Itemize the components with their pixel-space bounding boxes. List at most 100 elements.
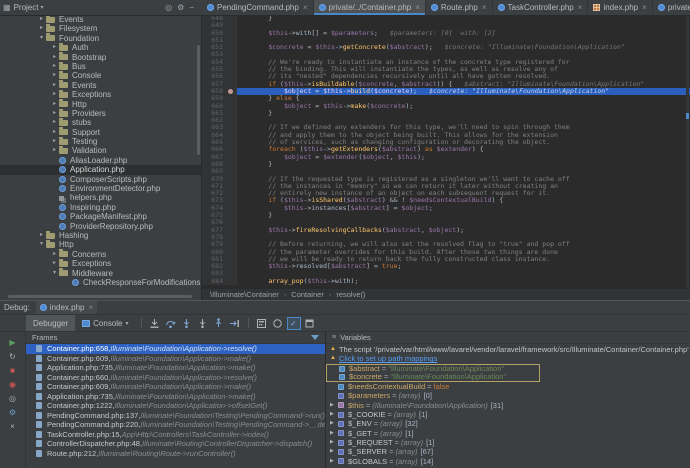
- code-line-661[interactable]: 661 }: [202, 110, 690, 117]
- tree-item-application-php[interactable]: Application.php: [0, 165, 201, 174]
- frame-row-pendingcommand-php-220[interactable]: PendingCommand.php:220, Illuminate\Found…: [26, 420, 325, 430]
- stop-icon[interactable]: ■: [10, 366, 15, 375]
- code-line-668[interactable]: 668 }: [202, 161, 690, 168]
- chevron-right-icon[interactable]: ▸: [50, 62, 59, 71]
- tree-item-checkresponseformodifications-ph[interactable]: CheckResponseForModifications.ph: [0, 278, 201, 287]
- line-number[interactable]: 684: [202, 278, 226, 285]
- hide-panel-icon[interactable]: −: [189, 3, 194, 12]
- tab-close-icon[interactable]: ×: [303, 3, 308, 12]
- code-line-682[interactable]: 682 $this->resolved[$abstract] = true;: [202, 263, 690, 270]
- tree-item-helpers-php[interactable]: helpers.php: [0, 193, 201, 202]
- filter-icon[interactable]: [311, 335, 319, 340]
- step-out-icon[interactable]: [212, 317, 226, 330]
- chevron-right-icon[interactable]: ▸: [50, 250, 59, 259]
- chevron-down-icon[interactable]: ▾: [37, 240, 46, 249]
- chevron-right-icon[interactable]: ▸: [50, 259, 59, 268]
- editor-tab-private-application-php[interactable]: private/../Application.php×: [653, 0, 690, 15]
- evaluate-expression-icon[interactable]: [255, 317, 269, 330]
- step-over-icon[interactable]: [164, 317, 178, 330]
- expand-arrow-icon[interactable]: ▶: [330, 438, 338, 447]
- view-breakpoints-icon[interactable]: ◉: [9, 380, 16, 389]
- show-execution-point-icon[interactable]: [148, 317, 162, 330]
- chevron-right-icon[interactable]: ▸: [50, 53, 59, 62]
- code-line-667[interactable]: 667 $object = $extender($object, $this);: [202, 154, 690, 161]
- settings-icon[interactable]: ⚙: [177, 3, 184, 12]
- tree-item-validation[interactable]: ▸Validation: [0, 146, 201, 155]
- tab-close-icon[interactable]: ×: [642, 3, 647, 12]
- variable-row-env[interactable]: ▶$_ENV=(array)[32]: [326, 419, 690, 428]
- code-editor[interactable]: 648 }649650 $this->with[] = $parameters;…: [202, 15, 690, 288]
- debug-session-tab[interactable]: index.php ×: [36, 301, 97, 314]
- step-into-icon[interactable]: [180, 317, 194, 330]
- variable-row-parameters[interactable]: $parameters=(array)[0]: [326, 391, 690, 400]
- tree-item-concerns[interactable]: ▸Concerns: [0, 250, 201, 259]
- code-line-650[interactable]: 650 $this->with[] = $parameters;$paramet…: [202, 30, 690, 37]
- editor-tab-private-container-php[interactable]: private/../Container.php×: [314, 0, 426, 15]
- tree-item-stubs[interactable]: ▸stubs: [0, 118, 201, 127]
- expand-arrow-icon[interactable]: ▶: [330, 410, 338, 419]
- tree-item-bus[interactable]: ▸Bus: [0, 62, 201, 71]
- code-line-677[interactable]: 677 $this->fireResolvingCallbacks($abstr…: [202, 227, 690, 234]
- tree-item-events[interactable]: ▸Events: [0, 15, 201, 24]
- chevron-right-icon[interactable]: ▸: [50, 128, 59, 137]
- breakpoint-icon[interactable]: [228, 89, 233, 94]
- run-to-cursor-icon[interactable]: [228, 317, 242, 330]
- chevron-right-icon[interactable]: ▸: [50, 109, 59, 118]
- code-line-648[interactable]: 648 }: [202, 15, 690, 22]
- tree-item-exceptions[interactable]: ▸Exceptions: [0, 90, 201, 99]
- editor-tab-index-php[interactable]: index.php×: [588, 0, 652, 15]
- variable-row-server[interactable]: ▶$_SERVER=(array)[67]: [326, 447, 690, 456]
- tree-item-inspiring-php[interactable]: Inspiring.php: [0, 203, 201, 212]
- tab-close-icon[interactable]: ×: [89, 303, 94, 312]
- variable-row-needscontextualbuild[interactable]: $needsContextualBuild=false: [326, 382, 690, 391]
- editor-tab-route-php[interactable]: Route.php×: [426, 0, 493, 15]
- chevron-right-icon[interactable]: ▸: [50, 118, 59, 127]
- chevron-right-icon[interactable]: ▸: [50, 43, 59, 52]
- frame-row-taskcontroller-php-15[interactable]: TaskController.php:15, App\Http\Controll…: [26, 430, 325, 440]
- tree-item-aliasloader-php[interactable]: AliasLoader.php: [0, 156, 201, 165]
- chevron-down-icon[interactable]: ▾: [37, 34, 46, 43]
- rerun-icon[interactable]: ↻: [9, 352, 16, 361]
- tree-item-auth[interactable]: ▸Auth: [0, 43, 201, 52]
- expand-arrow-icon[interactable]: ▶: [330, 429, 338, 438]
- tree-item-console[interactable]: ▸Console: [0, 71, 201, 80]
- frame-row-container-php-658[interactable]: Container.php:658, Illuminate\Foundation…: [26, 344, 325, 354]
- breadcrumb-method[interactable]: resolve(): [336, 290, 365, 299]
- force-step-into-icon[interactable]: [196, 317, 210, 330]
- chevron-right-icon[interactable]: ▸: [50, 137, 59, 146]
- code-line-660[interactable]: 660 $object = $this->make($concrete);: [202, 103, 690, 110]
- frame-row-application-php-735[interactable]: Application.php:735, Illuminate\Foundati…: [26, 392, 325, 402]
- tree-item-testing[interactable]: ▸Testing: [0, 137, 201, 146]
- tree-item-support[interactable]: ▸Support: [0, 128, 201, 137]
- tree-item-bootstrap[interactable]: ▸Bootstrap: [0, 53, 201, 62]
- expand-arrow-icon[interactable]: ▶: [330, 401, 338, 410]
- expand-arrow-icon[interactable]: ▶: [330, 419, 338, 428]
- tree-item-http[interactable]: ▾Http: [0, 240, 201, 249]
- show-values-inline-toggle-icon[interactable]: ✓: [287, 317, 301, 330]
- breakpoint-gutter[interactable]: [226, 88, 237, 95]
- frame-row-container-php-609[interactable]: Container.php:609, Illuminate\Foundation…: [26, 382, 325, 392]
- chevron-down-icon[interactable]: ▾: [126, 320, 129, 327]
- chevron-right-icon[interactable]: ▸: [50, 81, 59, 90]
- tree-item-http[interactable]: ▸Http: [0, 100, 201, 109]
- variable-row-get[interactable]: ▶$_GET=(array)[1]: [326, 429, 690, 438]
- debug-tab-debugger[interactable]: Debugger: [26, 315, 75, 331]
- editor-scrollbar[interactable]: [686, 15, 689, 288]
- tree-item-providers[interactable]: ▸Providers: [0, 109, 201, 118]
- frame-row-application-php-735[interactable]: Application.php:735, Illuminate\Foundati…: [26, 363, 325, 373]
- tree-item-hashing[interactable]: ▸Hashing: [0, 231, 201, 240]
- expand-arrow-icon[interactable]: ▶: [330, 457, 338, 466]
- code-line-684[interactable]: 684 array_pop($this->with);: [202, 278, 690, 285]
- frame-row-route-php-212[interactable]: Route.php:212, Illuminate\Routing\Route-…: [26, 449, 325, 459]
- tree-vertical-scrollbar[interactable]: [197, 45, 200, 155]
- setup-path-mappings-link[interactable]: Click to set up path mappings: [339, 354, 437, 363]
- frame-row-container-php-609[interactable]: Container.php:609, Illuminate\Foundation…: [26, 354, 325, 364]
- frame-row-controllerdispatcher-php-48[interactable]: ControllerDispatcher.php:48, Illuminate\…: [26, 439, 325, 449]
- tab-close-icon[interactable]: ×: [578, 3, 583, 12]
- tab-close-icon[interactable]: ×: [415, 3, 420, 12]
- resume-program-icon[interactable]: [271, 317, 285, 330]
- tree-item-events[interactable]: ▸Events: [0, 81, 201, 90]
- chevron-right-icon[interactable]: ▸: [50, 71, 59, 80]
- settings-icon[interactable]: ⚙: [9, 408, 16, 417]
- variable-row-globals[interactable]: ▶$GLOBALS=(array)[14]: [326, 457, 690, 466]
